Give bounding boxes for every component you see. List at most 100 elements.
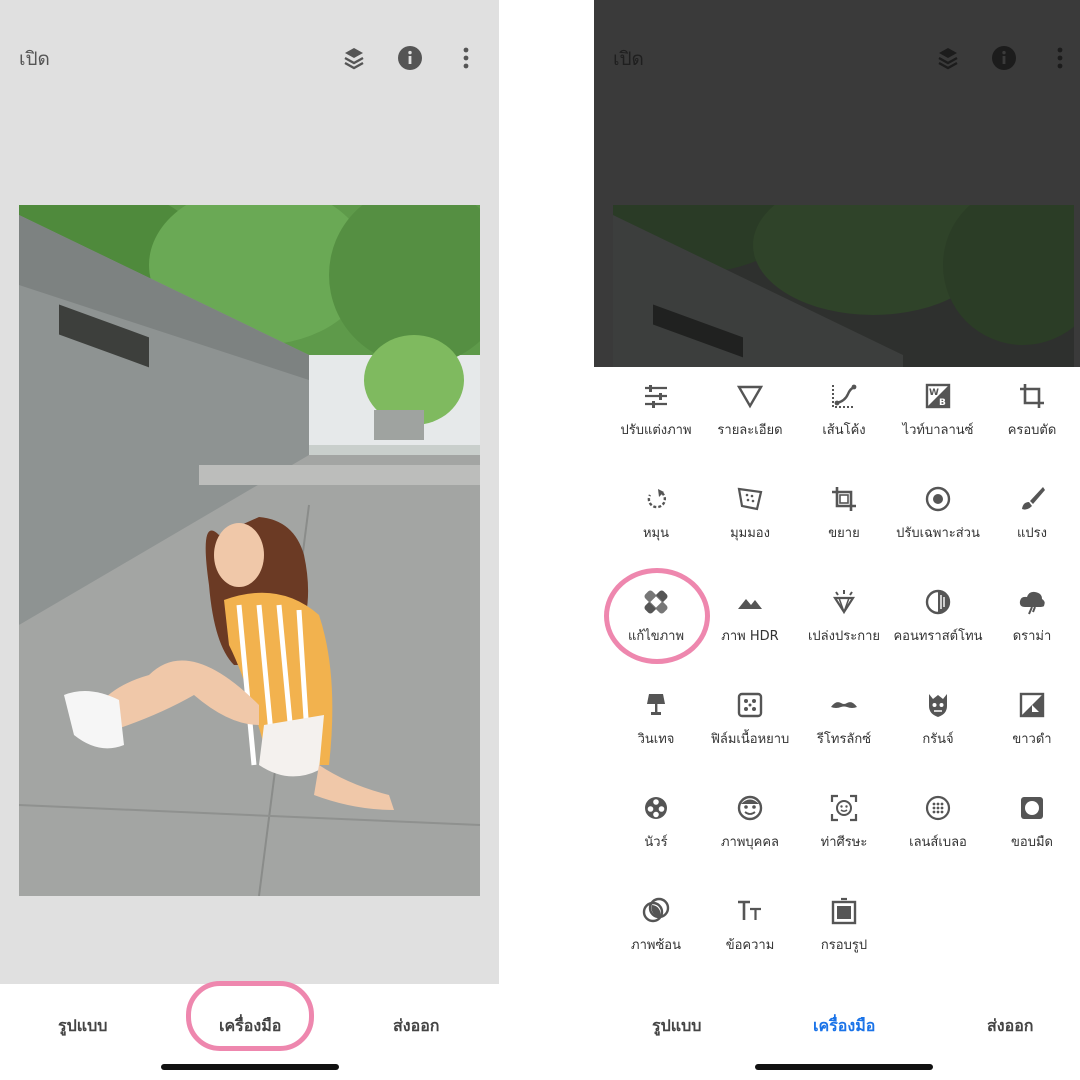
selective-icon	[925, 486, 951, 512]
tools-highlight-ring	[186, 981, 314, 1051]
open-button[interactable]: เปิด	[19, 44, 50, 74]
tool-label: กรอบรูป	[820, 938, 868, 953]
text-icon	[738, 900, 761, 920]
more-vert-icon[interactable]	[450, 42, 482, 74]
tonal-contrast-icon	[925, 589, 951, 615]
tool-label: นัวร์	[644, 835, 668, 850]
black-white-icon	[1019, 692, 1045, 718]
stack-icon[interactable]	[338, 42, 370, 74]
tool-label: ไวท์บาลานซ์	[902, 423, 974, 438]
nav-export[interactable]: ส่งออก	[393, 1014, 439, 1039]
tool-label: เลนส์เบลอ	[909, 835, 967, 850]
tool-label: แปรง	[1017, 526, 1047, 541]
lens-blur-icon	[925, 795, 951, 821]
bottom-nav: รูปแบบ เครื่องมือ ส่งออก	[594, 984, 1080, 1080]
right-screen: เปิด ปรับแต่งภาพ รายละเอียด เส้นโค้ง W B…	[594, 0, 1080, 1080]
tool-label: เส้นโค้ง	[822, 423, 866, 438]
tool-expand[interactable]: ขยาย	[796, 470, 892, 566]
tool-selective[interactable]: ปรับเฉพาะส่วน	[890, 470, 986, 566]
home-indicator	[755, 1064, 933, 1070]
tool-label: ครอบตัด	[1007, 423, 1057, 438]
hdr-icon	[738, 599, 762, 609]
tool-label: หมุน	[642, 526, 670, 541]
tool-glamour-glow[interactable]: เปล่งประกาย	[796, 573, 892, 669]
tool-crop[interactable]: ครอบตัด	[984, 367, 1080, 463]
tool-details[interactable]: รายละเอียด	[702, 367, 798, 463]
tool-noir[interactable]: นัวร์	[608, 779, 704, 875]
tool-portrait[interactable]: ภาพบุคคล	[702, 779, 798, 875]
tool-label: ดราม่า	[1012, 629, 1052, 644]
double-exposure-icon	[642, 897, 670, 923]
tool-head-pose[interactable]: ท่าศีรษะ	[796, 779, 892, 875]
nav-styles[interactable]: รูปแบบ	[652, 1014, 701, 1039]
nav-styles[interactable]: รูปแบบ	[58, 1014, 107, 1039]
tool-curves[interactable]: เส้นโค้ง	[796, 367, 892, 463]
tool-text[interactable]: ข้อความ	[702, 882, 798, 978]
tool-grainy-film[interactable]: ฟิล์มเนื้อหยาบ	[702, 676, 798, 772]
curves-icon	[832, 384, 857, 408]
info-icon[interactable]	[988, 42, 1020, 74]
expand-icon	[832, 487, 856, 511]
tool-label: ท่าศีรษะ	[820, 835, 868, 850]
tool-hdr[interactable]: ภาพ HDR	[702, 573, 798, 669]
nav-tools-active[interactable]: เครื่องมือ	[813, 1014, 875, 1039]
tool-label: วินเทจ	[637, 732, 675, 747]
tool-label: ปรับแต่งภาพ	[620, 423, 692, 438]
drama-icon	[1019, 591, 1045, 615]
head-pose-icon	[830, 794, 858, 822]
glamour-glow-icon	[832, 590, 856, 615]
brush-icon	[1022, 487, 1045, 510]
open-button[interactable]: เปิด	[613, 44, 644, 74]
tool-label: ภาพบุคคล	[720, 835, 780, 850]
tool-label: ขยาย	[828, 526, 860, 541]
tool-label: รีโทรลักซ์	[816, 732, 872, 747]
grunge-icon	[929, 694, 947, 717]
tool-label: เปล่งประกาย	[807, 629, 880, 644]
tool-tonal-contrast[interactable]: คอนทราสต์โทน	[890, 573, 986, 669]
tool-brush[interactable]: แปรง	[984, 470, 1080, 566]
tool-double-exposure[interactable]: ภาพซ้อน	[608, 882, 704, 978]
white-balance-icon: WB	[925, 383, 951, 409]
tool-label: รายละเอียด	[717, 423, 783, 438]
info-icon[interactable]	[394, 42, 426, 74]
tool-white-balance[interactable]: WB ไวท์บาลานซ์	[890, 367, 986, 463]
tune-icon	[645, 385, 667, 408]
grainy-film-icon	[737, 692, 763, 718]
tool-label: มุมมอง	[730, 526, 770, 541]
tool-label: กรันจ์	[922, 732, 954, 747]
tool-tune[interactable]: ปรับแต่งภาพ	[608, 367, 704, 463]
left-screen: เปิด รูปแบบ เครื่องมือ ส่งออก	[0, 0, 499, 1080]
tool-label: ภาพ HDR	[721, 629, 779, 644]
tool-label: คอนทราสต์โทน	[893, 629, 983, 644]
tool-vintage[interactable]: วินเทจ	[608, 676, 704, 772]
tool-label: ภาพซ้อน	[631, 938, 681, 953]
tool-lens-blur[interactable]: เลนส์เบลอ	[890, 779, 986, 875]
tool-rotate[interactable]: หมุน	[608, 470, 704, 566]
tool-label: ขาวดำ	[1012, 732, 1052, 747]
tool-drama[interactable]: ดราม่า	[984, 573, 1080, 669]
tool-grunge[interactable]: กรันจ์	[890, 676, 986, 772]
tool-label: ข้อความ	[725, 938, 775, 953]
nav-export[interactable]: ส่งออก	[987, 1014, 1033, 1039]
tool-frames[interactable]: กรอบรูป	[796, 882, 892, 978]
svg-text:W: W	[929, 388, 939, 398]
retrolux-icon	[831, 702, 857, 708]
top-bar: เปิด	[594, 0, 1080, 116]
tool-retrolux[interactable]: รีโทรลักซ์	[796, 676, 892, 772]
healing-highlight-ring	[604, 568, 710, 664]
tool-vignette[interactable]: ขอบมืด	[984, 779, 1080, 875]
details-icon	[736, 385, 764, 409]
tool-label: ฟิล์มเนื้อหยาบ	[710, 732, 790, 747]
bottom-nav: รูปแบบ เครื่องมือ ส่งออก	[0, 981, 499, 1080]
tool-label: ปรับเฉพาะส่วน	[896, 526, 980, 541]
rotate-icon	[647, 489, 667, 509]
tool-black-white[interactable]: ขาวดำ	[984, 676, 1080, 772]
stack-icon[interactable]	[932, 42, 964, 74]
more-vert-icon[interactable]	[1044, 42, 1076, 74]
edited-photo-dimmed	[613, 205, 1074, 367]
frames-icon	[831, 897, 857, 925]
perspective-icon	[737, 487, 763, 511]
tool-perspective[interactable]: มุมมอง	[702, 470, 798, 566]
vintage-icon	[647, 694, 665, 715]
tools-sheet: ปรับแต่งภาพ รายละเอียด เส้นโค้ง WB ไวท์บ…	[594, 367, 1080, 987]
